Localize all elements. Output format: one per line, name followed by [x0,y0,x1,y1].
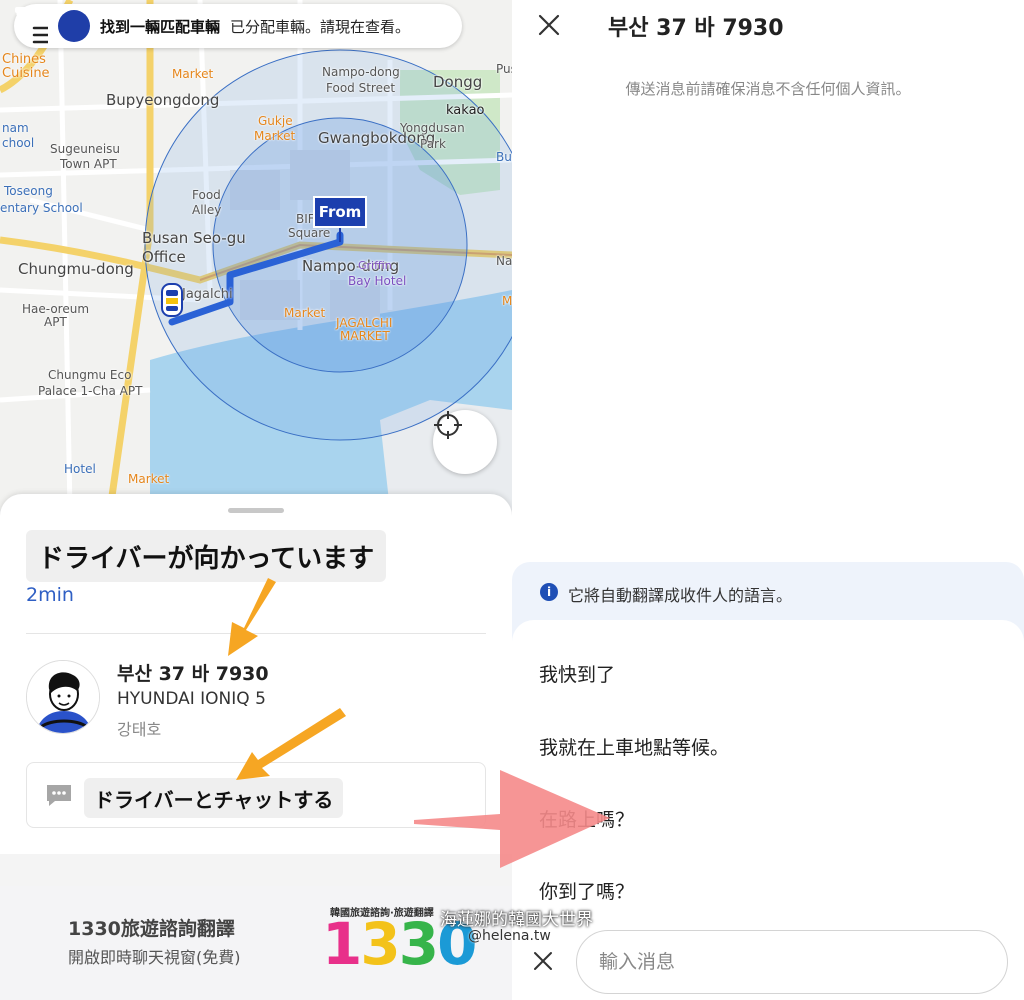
map-label: Chines [2,52,46,67]
vehicle-model: HYUNDAI IONIQ 5 [117,689,266,709]
car-icon [15,7,90,42]
map-label: Market [128,472,170,486]
close-icon[interactable] [536,12,562,38]
banner-title: 1330旅遊諮詢翻譯 [68,918,235,940]
map-label: Park [420,137,446,151]
map-label: kakao [446,103,485,118]
map-label: JAGALCHI [336,316,393,330]
map-label: Bu [496,150,512,164]
map-label: Yongdusan [400,121,465,135]
close-icon[interactable] [532,950,554,972]
watermark: 海蓮娜的韓國大世界 [440,910,593,930]
eta-text: 2min [26,584,74,606]
map-label: Square [288,226,331,240]
map-label: Town APT [60,157,117,171]
map-label: Market [284,306,326,320]
pickup-flag-label: From [318,203,362,221]
watermark-handle: @helena.tw [468,928,551,944]
map-label: Office [142,248,186,266]
ride-app-screen: Chines Cuisine Market Bupyeongdong Nampo… [0,0,512,1000]
promo-banner[interactable]: 1330旅遊諮詢翻譯 開啟即時聊天視窗(免費) 韓國旅遊諮詢·旅遊翻譯 1330 [0,886,512,1000]
pickup-flag-pole [339,228,341,242]
chat-with-driver-button[interactable]: ドライバーとチャットする [26,762,486,828]
message-input[interactable] [576,930,1008,994]
translate-notice-text: 它將自動翻譯成收件人的語言。 [568,586,793,605]
quick-replies: 我快到了 我就在上車地點等候。 在路上嗎？ 你到了嗎？ [512,620,1024,920]
map-label: APT [44,315,67,329]
map-label: Dongg [433,73,483,91]
notification-text: 已分配車輛。請現在查看。 [230,17,411,36]
map-label: Hotel [64,462,96,476]
status-highlight: ドライバーが向かっています [26,530,387,582]
map-label: Market [254,129,296,143]
map-label: Bupyeongdong [106,91,220,109]
locate-button[interactable] [433,410,497,474]
map-label: M [502,294,512,308]
privacy-notice: 傳送消息前請確保消息不含任何個人資訊。 [625,80,911,98]
driver-avatar [26,660,100,734]
map-label: Nampo-dong [322,65,400,79]
map-label: Na [496,254,512,268]
quick-reply-item[interactable]: 我就在上車地點等候。 [539,733,729,760]
map-label: Bay Hotel [348,274,407,288]
map-view[interactable]: Chines Cuisine Market Bupyeongdong Nampo… [0,0,512,510]
logo-digit: 3 [360,910,400,978]
section-gap [0,854,512,886]
quick-reply-item[interactable]: 我快到了 [539,660,615,687]
vehicle-plate: 부산 37 바 7930 [117,663,269,685]
sheet-drag-handle[interactable] [228,508,284,513]
chat-label-highlight: ドライバーとチャットする [84,778,344,818]
map-label: Busan Seo-gu [142,229,246,247]
map-label: Chungmu-dong [18,260,134,278]
driver-name: 강태호 [117,720,162,739]
match-notification[interactable]: 找到一輛匹配車輛 已分配車輛。請現在查看。 [14,4,462,48]
banner-subtitle: 開啟即時聊天視窗(免費) [68,948,241,967]
ride-status: ドライバーが向かっています [38,543,375,574]
map-label: nam [2,121,29,135]
map-label: Gukje [258,114,293,128]
map-label: Food Street [326,81,396,95]
map-label: Sugeuneisu [50,142,121,156]
map-label: Jagalchi [182,287,233,302]
ride-status-sheet: ドライバーが向かっています 2min 부산 37 바 7930 HYUNDAI … [0,494,512,854]
car-icon [160,282,184,318]
menu-icon[interactable] [18,18,48,48]
map-label: Market [172,67,214,81]
map-label: Alley [192,203,222,217]
map-label: Food [192,188,221,202]
chat-bubble-icon [47,785,71,806]
map-label: Pus [496,62,512,76]
divider [26,633,486,634]
map-label: Toseong [4,184,53,198]
notification-title: 找到一輛匹配車輛 [100,17,221,36]
pickup-flag: From [313,196,367,228]
map-label: entary School [0,201,83,215]
map-label: Cuisine [2,66,50,81]
map-label: MARKET [340,329,390,343]
chat-with-driver-label: ドライバーとチャットする [94,787,334,812]
map-label: chool [2,136,35,150]
chat-screen: 부산 37 바 7930 傳送消息前請確保消息不含任何個人資訊。 i 它將自動翻… [512,0,1024,1000]
message-input-row [512,920,1024,1000]
map-label: Chungmu Eco [48,368,132,382]
logo-digit: 3 [398,910,439,978]
map-label: Hae-oreum [22,302,90,316]
quick-reply-item[interactable]: 在路上嗎？ [539,805,634,832]
crosshair-icon [434,411,462,439]
map-label: Griffin [358,259,392,272]
chat-title: 부산 37 바 7930 [608,16,784,41]
map-label: BIF [296,212,315,226]
logo-digit: 1 [322,910,362,978]
map-label: Palace 1-Cha APT [38,384,143,398]
quick-reply-item[interactable]: 你到了嗎？ [539,877,634,904]
info-icon: i [540,583,558,601]
